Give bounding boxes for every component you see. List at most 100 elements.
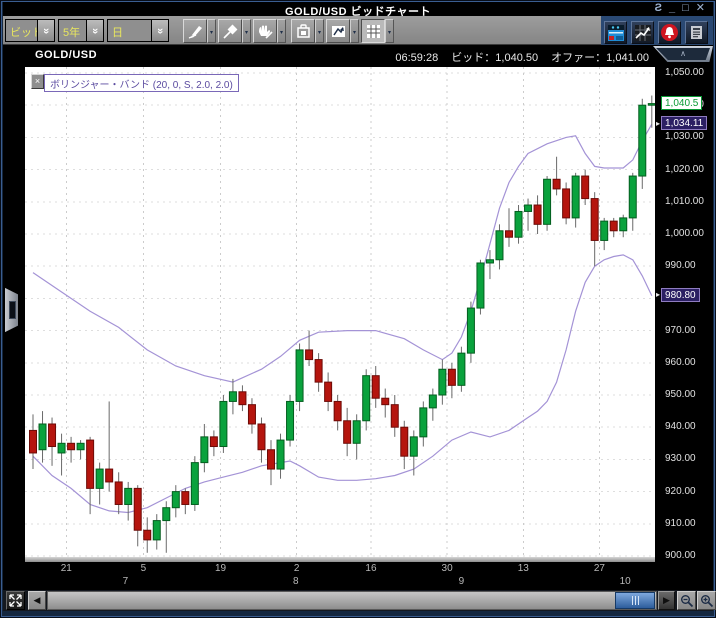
- period-dropdown[interactable]: 日 »: [107, 19, 169, 42]
- x-axis-day-label: 2: [285, 563, 309, 574]
- y-axis-tick-label: 940.00: [665, 421, 696, 432]
- scroll-left-button[interactable]: ◀: [28, 591, 46, 610]
- y-axis-tick-label: 970.00: [665, 325, 696, 336]
- title-bar[interactable]: GOLD/USD ビッドチャート Ƨ _ □ ✕: [3, 2, 713, 16]
- quote-bid: ビッド：1,040.50: [451, 52, 538, 64]
- y-axis-tick-label: 1,020.00: [665, 164, 704, 175]
- legend-close-button[interactable]: ×: [31, 74, 44, 89]
- pushpin-icon: [222, 23, 239, 40]
- plot-bottom-edge: [25, 557, 655, 562]
- side-panel-grip[interactable]: [5, 287, 18, 333]
- marker-arrow-icon: ▸: [656, 119, 660, 128]
- chart-window-button[interactable]: [631, 21, 654, 44]
- x-axis-day-label: 21: [54, 563, 78, 574]
- chart-icon: [634, 24, 652, 42]
- quotes-board-icon: [607, 24, 625, 42]
- plot-area[interactable]: [25, 67, 655, 557]
- chevron-down-icon[interactable]: »: [37, 20, 54, 41]
- line-draw-menu-arrow[interactable]: ▾: [207, 19, 216, 43]
- printer-icon: [295, 23, 312, 40]
- x-axis-month-label: 8: [284, 576, 308, 587]
- chevron-down-icon[interactable]: »: [151, 20, 168, 41]
- y-axis-tick-label: 950.00: [665, 389, 696, 400]
- y-axis-tick-label: 930.00: [665, 453, 696, 464]
- chart-scrollbar: ◀ ▶: [3, 590, 713, 611]
- pin-menu-arrow[interactable]: ▾: [242, 19, 251, 43]
- scrollbar-thumb[interactable]: [615, 592, 655, 609]
- x-axis-day-label: 27: [587, 563, 611, 574]
- y-axis-tick-label: 900.00: [665, 550, 696, 561]
- zoom-in-icon: [700, 594, 714, 608]
- hand-draw-button[interactable]: [253, 19, 277, 43]
- data-table-menu-arrow[interactable]: ▾: [385, 19, 394, 43]
- toolbar: ビッド » 5年 » 日 » ▾: [3, 16, 601, 45]
- table-grid-icon: [365, 23, 382, 40]
- grip-hole: [9, 301, 16, 319]
- range-value: 5年: [59, 20, 86, 41]
- x-axis-day-label: 5: [131, 563, 155, 574]
- scroll-right-button[interactable]: ▶: [658, 591, 675, 610]
- upper-band-marker: ▸1,034.11: [656, 116, 707, 130]
- window-controls: Ƨ _ □ ✕: [655, 2, 705, 15]
- zoom-out-icon: [680, 594, 694, 608]
- x-axis-month-label: 9: [449, 576, 473, 587]
- zoom-out-button[interactable]: [677, 591, 696, 610]
- marker-arrow-icon: ▸: [656, 290, 660, 299]
- snapshot-menu-arrow[interactable]: ▾: [350, 19, 359, 43]
- data-table-button[interactable]: [361, 19, 385, 43]
- bell-icon: [660, 23, 679, 42]
- alerts-button[interactable]: [658, 21, 681, 44]
- y-axis-tick-label: 990.00: [665, 260, 696, 271]
- period-value: 日: [108, 20, 151, 41]
- minimize-button[interactable]: _: [669, 2, 675, 15]
- expand-arrows-icon: [9, 594, 22, 607]
- shade-button[interactable]: Ƨ: [655, 2, 662, 15]
- x-axis-day-label: 13: [511, 563, 535, 574]
- x-axis-days: 21 5 19 2 16 30 13 27: [25, 563, 655, 575]
- print-menu-arrow[interactable]: ▾: [315, 19, 324, 43]
- scrollbar-track[interactable]: [47, 591, 657, 610]
- candlestick-chart[interactable]: [25, 67, 655, 557]
- snapshot-button[interactable]: [326, 19, 350, 43]
- report-page-icon: [688, 24, 705, 41]
- quote-strip: 06:59:28 ビッド：1,040.50 オファー：1,041.00: [385, 49, 649, 65]
- close-button[interactable]: ✕: [696, 2, 705, 15]
- print-button[interactable]: [291, 19, 315, 43]
- x-axis-day-label: 16: [359, 563, 383, 574]
- x-axis-month-label: 10: [613, 576, 637, 587]
- output-tools-group: ▾ ▾ ▾: [291, 19, 396, 43]
- y-axis-tick-label: 920.00: [665, 486, 696, 497]
- hand-draw-menu-arrow[interactable]: ▾: [277, 19, 286, 43]
- x-axis-day-label: 19: [209, 563, 233, 574]
- y-axis-tick-label: 1,030.00: [665, 131, 704, 142]
- y-axis-tick-label: 1,050.00: [665, 67, 704, 78]
- chevron-down-icon[interactable]: »: [86, 20, 103, 41]
- chart-symbol-label: GOLD/USD: [35, 49, 97, 61]
- window-shortcut-icons: [604, 21, 708, 44]
- draw-tools-group: ▾ ▾ ▾: [183, 19, 288, 43]
- y-axis-tick-label: 960.00: [665, 357, 696, 368]
- chart-window: GOLD/USD ビッドチャート Ƨ _ □ ✕ ビッド » 5年 » 日 »: [0, 0, 716, 618]
- price-type-value: ビッド: [6, 20, 37, 41]
- chart-region: GOLD/USD 06:59:28 ビッド：1,040.50 オファー：1,04…: [3, 45, 713, 590]
- x-axis-day-label: 30: [435, 563, 459, 574]
- pin-button[interactable]: [218, 19, 242, 43]
- range-dropdown[interactable]: 5年 »: [58, 19, 104, 42]
- y-axis[interactable]: 1,050.001,040.001,030.001,020.001,010.00…: [655, 45, 713, 590]
- arrow-left-icon: ◀: [34, 596, 41, 605]
- zoom-in-button[interactable]: [697, 591, 716, 610]
- maximize-button[interactable]: □: [682, 2, 689, 15]
- fit-chart-button[interactable]: [6, 591, 25, 610]
- y-axis-tick-label: 910.00: [665, 518, 696, 529]
- legend-label: ボリンジャー・バンド (20, 0, S, 2.0, 2.0): [44, 74, 239, 92]
- current-price-marker: 1,040.5: [661, 96, 702, 110]
- hand-icon: [256, 23, 274, 40]
- quotes-window-button[interactable]: [604, 21, 627, 44]
- x-axis-month-label: 7: [113, 576, 137, 587]
- reports-button[interactable]: [685, 21, 708, 44]
- snapshot-icon: [330, 23, 347, 40]
- quote-offer: オファー：1,041.00: [551, 52, 649, 64]
- price-type-dropdown[interactable]: ビッド »: [5, 19, 55, 42]
- line-draw-button[interactable]: [183, 19, 207, 43]
- y-axis-tick-label: 1,000.00: [665, 228, 704, 239]
